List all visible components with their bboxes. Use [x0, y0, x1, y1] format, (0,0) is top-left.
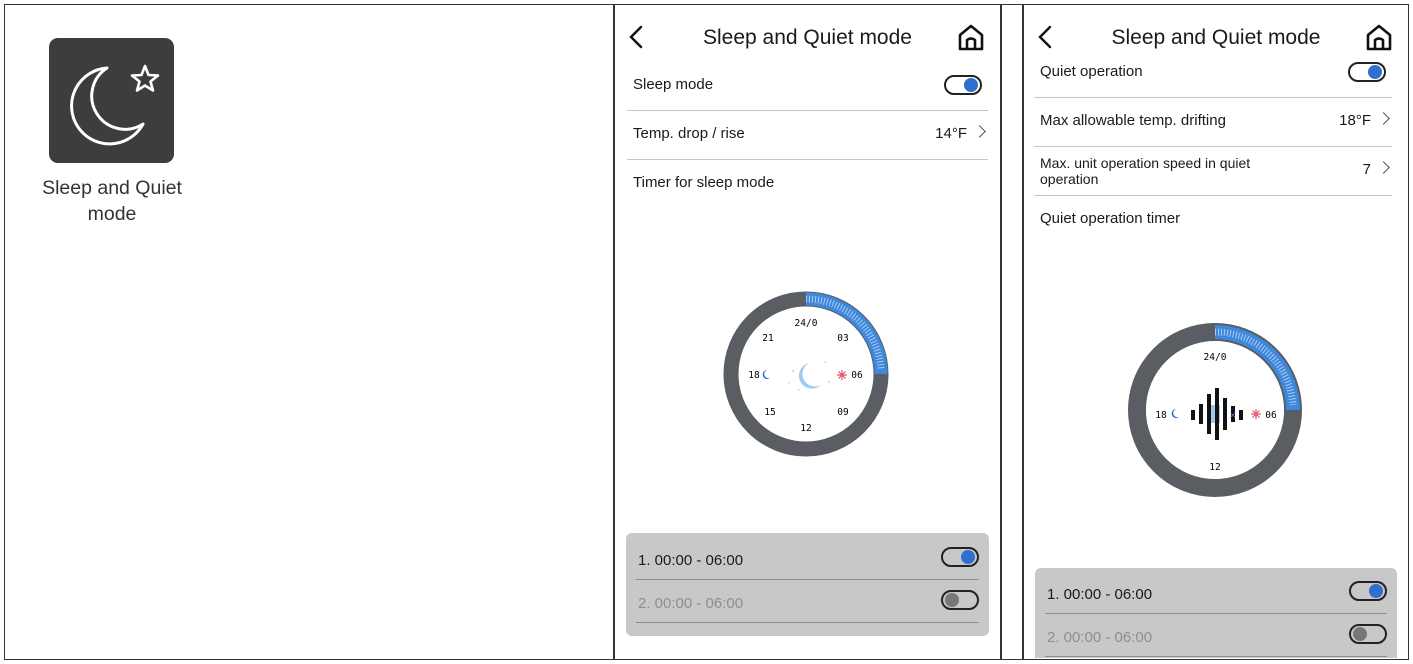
divider	[1022, 4, 1024, 660]
toggle-knob	[945, 593, 959, 607]
toggle-knob	[1369, 584, 1383, 598]
timer-toggle-2[interactable]	[941, 590, 979, 610]
dial-label: 06	[1265, 410, 1277, 421]
sleep-mode-toggle[interactable]	[944, 75, 982, 95]
quiet-operation-row: Quiet operation	[1034, 49, 1392, 98]
dial-label: 03	[837, 333, 848, 344]
quiet-operation-toggle[interactable]	[1348, 62, 1386, 82]
screen-header: Sleep and Quiet mode	[617, 6, 998, 68]
dial-label: 12	[800, 423, 811, 434]
timer-row-2[interactable]: 2. 00:00 - 06:00	[636, 580, 979, 623]
page-title: Sleep and Quiet mode	[1111, 26, 1321, 49]
home-icon[interactable]	[1364, 22, 1394, 52]
temp-drop-row[interactable]: Temp. drop / rise 14°F	[627, 111, 988, 160]
dial-label: 24/0	[1204, 352, 1227, 363]
sleep-timer-section: Timer for sleep mode	[627, 160, 988, 204]
sun-small-icon	[837, 370, 847, 380]
page-title: Sleep and Quiet mode	[703, 26, 912, 49]
sleep-timer-dial[interactable]: 24/0 03 06 09 12 15 18 21	[721, 289, 891, 459]
home-icon[interactable]	[956, 22, 986, 52]
dial-label: 21	[762, 333, 774, 344]
unit-speed-value: 7	[1363, 161, 1390, 178]
quiet-operation-label: Quiet operation	[1040, 63, 1143, 80]
divider	[1000, 4, 1002, 660]
timer-row-1[interactable]: 1. 00:00 - 06:00	[636, 537, 979, 580]
timer-label: 2. 00:00 - 06:00	[1047, 629, 1153, 646]
temp-drop-label: Temp. drop / rise	[633, 125, 745, 142]
timer-row-2[interactable]: 2. 00:00 - 06:00	[1045, 614, 1387, 657]
sleep-mode-row: Sleep mode	[627, 62, 988, 111]
unit-speed-label: Max. unit operation speed in quiet operat…	[1040, 155, 1251, 187]
svg-text:×: ×	[1229, 411, 1237, 421]
timer-label: 1. 00:00 - 06:00	[638, 552, 744, 569]
dial-label: 24/0	[795, 318, 818, 329]
timer-toggle-1[interactable]	[941, 547, 979, 567]
divider	[613, 4, 615, 660]
sleep-timer-label: Timer for sleep mode	[633, 174, 775, 191]
chevron-right-icon	[1377, 112, 1390, 125]
sleep-mode-screen: Sleep and Quiet mode Sleep mode Temp. dr…	[617, 6, 998, 658]
toggle-knob	[964, 78, 978, 92]
sleep-timer-list: 1. 00:00 - 06:00 2. 00:00 - 06:00	[626, 533, 989, 636]
tile-caption: Sleep and Quiet mode	[42, 177, 182, 225]
temp-drift-value: 18°F	[1339, 112, 1390, 129]
timer-toggle-2[interactable]	[1349, 624, 1387, 644]
temp-drop-value: 14°F	[935, 125, 986, 142]
dial-label: 06	[851, 370, 863, 381]
quiet-timer-label: Quiet operation timer	[1040, 210, 1181, 227]
dial-label: 09	[837, 407, 849, 418]
unit-speed-row[interactable]: Max. unit operation speed in quiet operat…	[1034, 147, 1392, 196]
sleep-mode-label: Sleep mode	[633, 76, 714, 93]
sleep-quiet-mode-tile[interactable]	[49, 38, 174, 163]
timer-toggle-1[interactable]	[1349, 581, 1387, 601]
dial-label: 15	[764, 407, 775, 418]
dial-label: 12	[1209, 462, 1220, 473]
timer-label: 2. 00:00 - 06:00	[638, 595, 744, 612]
temp-drift-row[interactable]: Max allowable temp. drifting 18°F	[1034, 98, 1392, 147]
toggle-knob	[1368, 65, 1382, 79]
toggle-knob	[961, 550, 975, 564]
sun-small-icon	[1251, 409, 1261, 419]
chevron-right-icon	[1377, 161, 1390, 174]
timer-label: 1. 00:00 - 06:00	[1047, 586, 1153, 603]
chevron-right-icon	[973, 125, 986, 138]
quiet-timer-dial[interactable]: 24/0 06 12 18 ×	[1125, 320, 1305, 500]
temp-drift-label: Max allowable temp. drifting	[1040, 112, 1226, 129]
toggle-knob	[1353, 627, 1367, 641]
timer-row-1[interactable]: 1. 00:00 - 06:00	[1045, 571, 1387, 614]
quiet-mode-screen: Sleep and Quiet mode Quiet operation Max…	[1026, 6, 1406, 658]
quiet-timer-section: Quiet operation timer	[1034, 196, 1396, 240]
dial-label: 18	[1155, 410, 1167, 421]
quiet-timer-list: 1. 00:00 - 06:00 2. 00:00 - 06:00	[1035, 568, 1397, 658]
moon-star-icon	[70, 64, 160, 146]
dial-label: 18	[748, 370, 760, 381]
